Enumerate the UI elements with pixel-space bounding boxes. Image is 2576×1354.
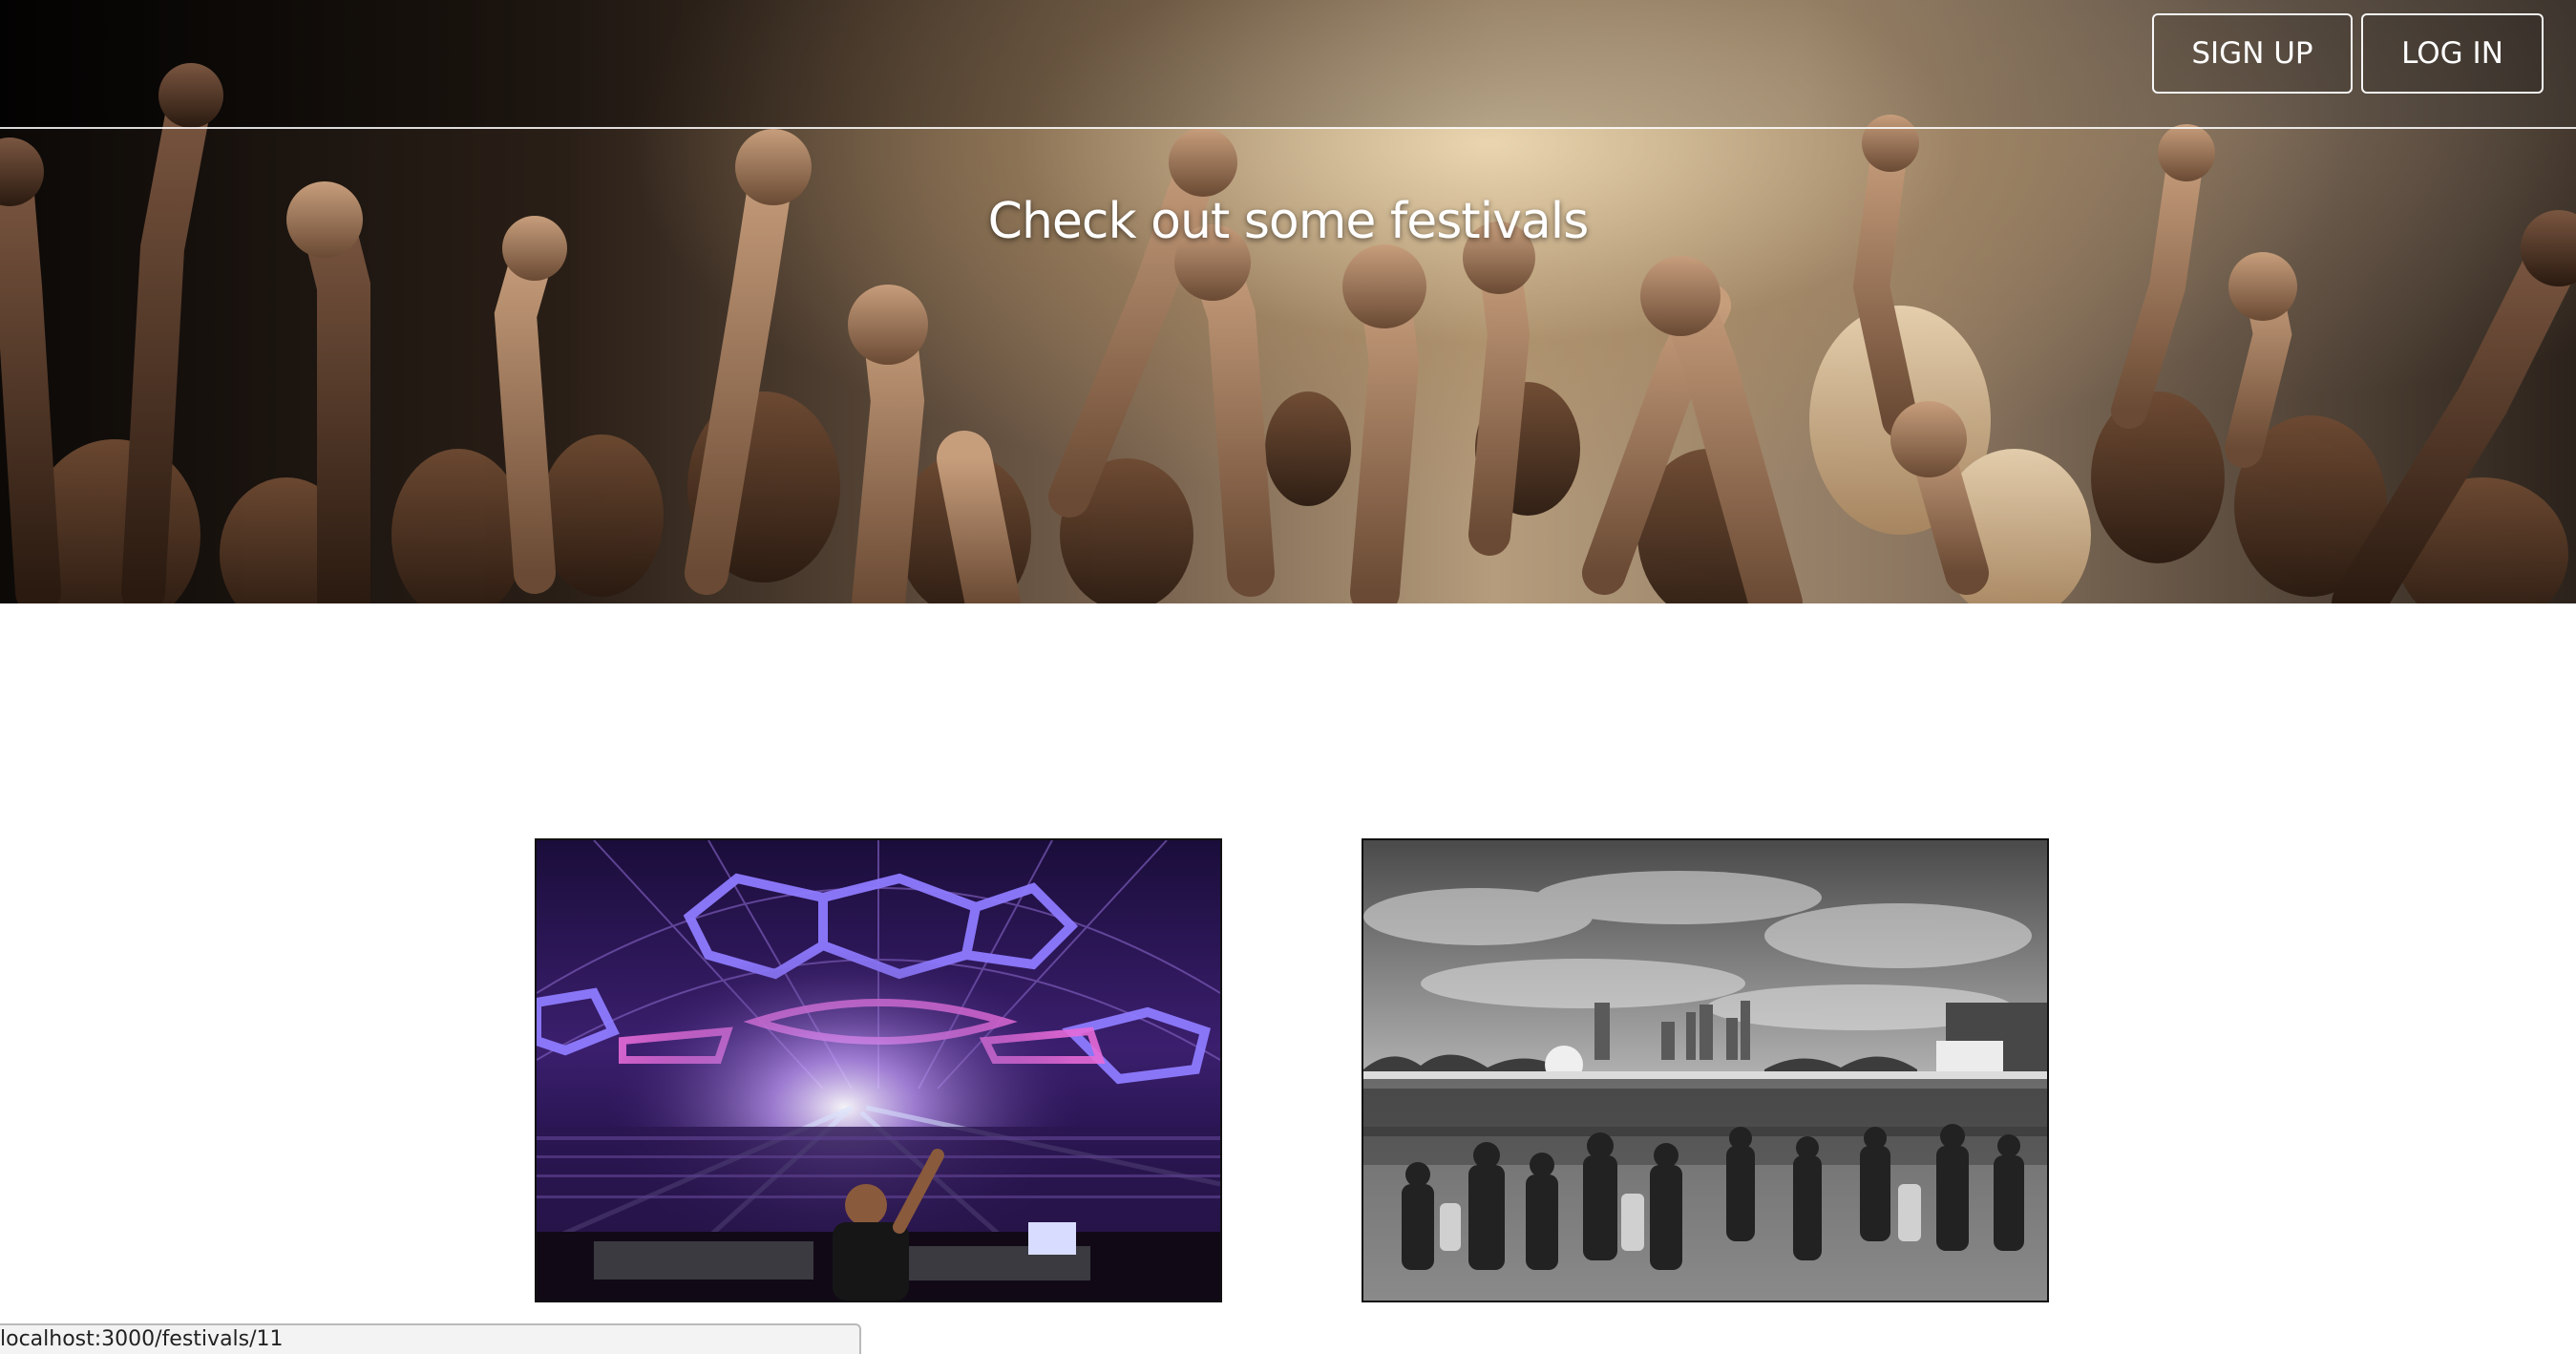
page: Check out some festivals SIGN UP LOG IN bbox=[0, 0, 2576, 1354]
festival-card-outdoor-crowd[interactable] bbox=[1362, 838, 2049, 1302]
festival-card-edm-arena[interactable] bbox=[535, 838, 1222, 1302]
log-in-button[interactable]: LOG IN bbox=[2361, 13, 2544, 94]
festival-image-outdoor-crowd bbox=[1363, 840, 2047, 1301]
browser-status-bar: localhost:3000/festivals/11 bbox=[0, 1323, 861, 1354]
hero-divider bbox=[0, 127, 2576, 129]
status-url: localhost:3000/festivals/11 bbox=[0, 1327, 284, 1351]
sign-up-button[interactable]: SIGN UP bbox=[2152, 13, 2353, 94]
festival-image-edm-arena bbox=[537, 840, 1220, 1301]
hero-title: Check out some festivals bbox=[987, 193, 1590, 250]
